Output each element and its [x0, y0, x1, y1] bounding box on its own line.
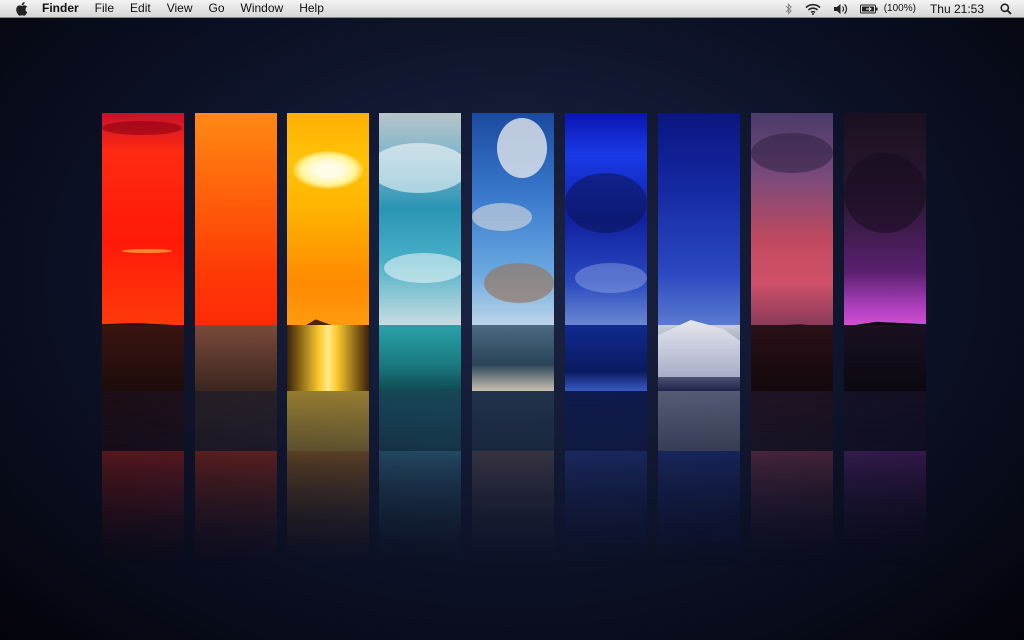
- menu-bar: Finder File Edit View Go Window Help (10…: [0, 0, 1024, 18]
- wifi-icon[interactable]: [799, 0, 827, 17]
- wallpaper-reflection: [472, 391, 554, 566]
- menu-window[interactable]: Window: [233, 0, 292, 17]
- spotlight-icon[interactable]: [994, 0, 1024, 17]
- wallpaper-reflection: [102, 391, 184, 566]
- menu-view[interactable]: View: [159, 0, 201, 17]
- wallpaper-panel-orange: [195, 113, 277, 391]
- wallpaper-reflection: [658, 391, 740, 566]
- wallpaper-reflection: [287, 391, 369, 566]
- battery-percentage[interactable]: (100%): [884, 0, 922, 17]
- menu-file[interactable]: File: [87, 0, 122, 17]
- wallpaper-reflection: [751, 391, 833, 566]
- desktop-wallpaper[interactable]: [0, 18, 1024, 640]
- menu-go[interactable]: Go: [201, 0, 233, 17]
- wallpaper-panel-yellow: [287, 113, 369, 391]
- volume-icon[interactable]: [827, 0, 854, 17]
- wallpaper-panel-violet: [751, 113, 833, 391]
- wallpaper-reflection: [379, 391, 461, 566]
- apple-menu-icon[interactable]: [8, 0, 34, 17]
- wallpaper-reflection: [565, 391, 647, 566]
- wallpaper-panel-purple: [844, 113, 926, 391]
- menu-clock[interactable]: Thu 21:53: [922, 0, 994, 17]
- menu-finder[interactable]: Finder: [34, 0, 87, 17]
- wallpaper-panel-teal: [379, 113, 461, 391]
- wallpaper-panel-red: [102, 113, 184, 391]
- battery-icon[interactable]: [854, 0, 884, 17]
- wallpaper-panel-light-blue: [472, 113, 554, 391]
- wallpaper-panel-indigo: [658, 113, 740, 391]
- menu-help[interactable]: Help: [291, 0, 332, 17]
- wallpaper-reflection: [844, 391, 926, 566]
- wallpaper-reflection: [195, 391, 277, 566]
- bluetooth-icon[interactable]: [779, 0, 799, 17]
- wallpaper-panel-blue: [565, 113, 647, 391]
- menu-edit[interactable]: Edit: [122, 0, 159, 17]
- status-area: (100%) Thu 21:53: [779, 0, 1024, 17]
